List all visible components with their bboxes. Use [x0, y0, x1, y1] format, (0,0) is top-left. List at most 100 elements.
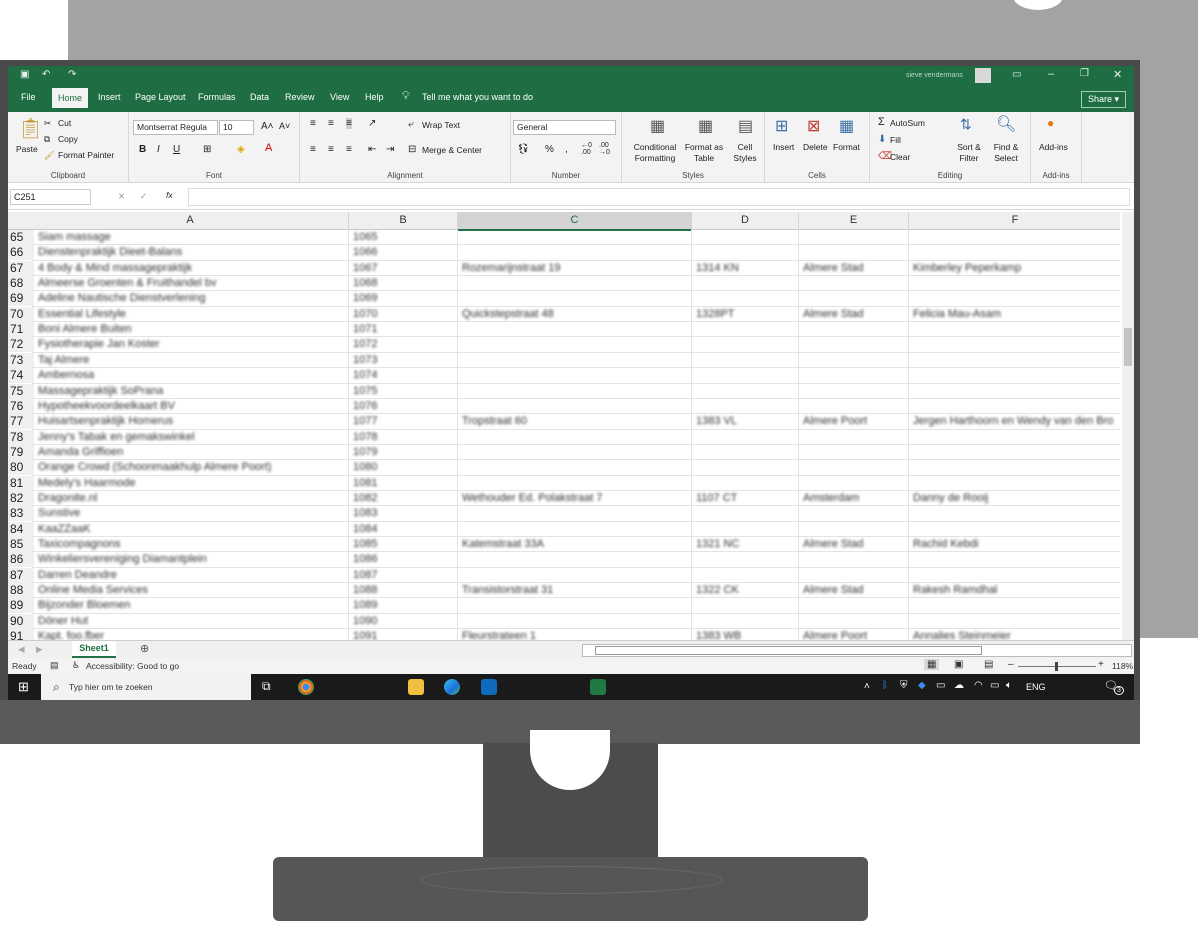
wrap-text-icon[interactable]: ⤶ — [408, 119, 414, 130]
cell-b[interactable]: 1085 — [353, 537, 377, 552]
cell-a[interactable]: Medely's Haarmode — [38, 476, 135, 491]
col-header-b[interactable]: B — [349, 212, 458, 230]
cell-a[interactable]: Hypotheekvoordeelkaart BV — [38, 399, 175, 414]
paste-button[interactable]: Paste — [16, 144, 38, 154]
cell-b[interactable]: 1090 — [353, 614, 377, 629]
font-name-select[interactable]: Montserrat Regula — [133, 120, 218, 135]
merge-center-button[interactable]: Merge & Center — [422, 145, 482, 155]
redo-icon[interactable]: ↷ — [68, 69, 76, 80]
sort-filter-button[interactable]: Sort & Filter — [952, 142, 986, 164]
cell-b[interactable]: 1076 — [353, 399, 377, 414]
macro-record-icon[interactable]: ▤ — [50, 660, 59, 671]
cell-c[interactable]: Transistorstraat 31 — [462, 583, 553, 598]
cell-f[interactable]: Annalies Steinmeier — [913, 629, 1011, 640]
cell-f[interactable]: Jergen Harthoorn en Wendy van den Bro — [913, 414, 1113, 429]
cell-b[interactable]: 1083 — [353, 506, 377, 521]
cell-b[interactable]: 1084 — [353, 522, 377, 537]
format-cells-icon[interactable]: ▦ — [839, 116, 854, 136]
language-indicator[interactable]: ENG — [1026, 682, 1046, 692]
row-header[interactable]: 83 — [8, 506, 34, 522]
row-header[interactable]: 86 — [8, 552, 34, 568]
cell-b[interactable]: 1079 — [353, 445, 377, 460]
wrap-text-button[interactable]: Wrap Text — [422, 120, 460, 130]
cell-b[interactable]: 1074 — [353, 368, 377, 383]
cell-b[interactable]: 1091 — [353, 629, 377, 640]
taskbar-search-box[interactable]: ⌕ Typ hier om te zoeken — [41, 674, 251, 700]
font-color-icon[interactable]: A — [265, 142, 272, 154]
formula-input[interactable] — [188, 188, 1130, 206]
row-header[interactable]: 77 — [8, 414, 34, 430]
battery-icon[interactable]: ▭ — [990, 680, 999, 691]
file-explorer-icon[interactable] — [408, 679, 424, 695]
cell-b[interactable]: 1081 — [353, 476, 377, 491]
cell-e[interactable]: Almere Stad — [803, 537, 864, 552]
cell-a[interactable]: Bijzonder Bloemen — [38, 598, 130, 613]
col-header-f[interactable]: F — [909, 212, 1120, 230]
row-header[interactable]: 68 — [8, 276, 34, 292]
cell-b[interactable]: 1082 — [353, 491, 377, 506]
outlook-icon[interactable] — [481, 679, 497, 695]
share-button[interactable]: Share ▾ — [1080, 91, 1126, 108]
cell-d[interactable]: 1383 WB — [696, 629, 741, 640]
minimize-icon[interactable]: – — [1048, 68, 1054, 80]
cell-a[interactable]: Ambernosa — [38, 368, 94, 383]
zoom-level[interactable]: 118% — [1112, 661, 1133, 671]
format-cells-button[interactable]: Format — [833, 142, 860, 152]
row-header[interactable]: 67 — [8, 260, 34, 276]
ribbon-display-icon[interactable]: ▭ — [1012, 69, 1021, 80]
cell-a[interactable]: Dienstenpraktijk Dieet-Balans — [38, 245, 182, 260]
row-header[interactable]: 78 — [8, 429, 34, 445]
increase-decimal-icon[interactable]: ←0.00 — [581, 142, 592, 156]
bold-icon[interactable]: B — [139, 144, 146, 155]
cell-d[interactable]: 1107 CT — [696, 491, 737, 506]
col-header-d[interactable]: D — [692, 212, 799, 230]
insert-cells-icon[interactable]: ⊞ — [775, 116, 788, 136]
currency-icon[interactable]: 💱︎ — [517, 144, 530, 155]
format-as-table-icon[interactable]: ▦ — [698, 116, 713, 136]
cell-b[interactable]: 1066 — [353, 245, 377, 260]
cell-a[interactable]: Taj Almere — [38, 353, 89, 368]
save-icon[interactable]: ▣ — [20, 69, 29, 80]
format-painter-button[interactable]: Format Painter — [58, 150, 114, 160]
cell-styles-button[interactable]: Cell Styles — [728, 142, 762, 164]
tab-review[interactable]: Review — [285, 92, 315, 102]
cell-a[interactable]: Orange Crowd (Schoonmaakhulp Almere Poor… — [38, 460, 272, 475]
normal-view-icon[interactable]: ▦ — [924, 659, 940, 670]
restore-icon[interactable]: ❐ — [1080, 68, 1089, 79]
cell-a[interactable]: KaaZZaaK — [38, 522, 91, 537]
row-header[interactable]: 85 — [8, 537, 34, 552]
cell-e[interactable]: Almere Poort — [803, 629, 867, 640]
cell-d[interactable]: 1328PT — [696, 307, 735, 322]
shrink-font-icon[interactable]: A˅ — [279, 121, 290, 131]
cell-e[interactable]: Almere Poort — [803, 414, 867, 429]
cell-b[interactable]: 1068 — [353, 276, 377, 291]
format-as-table-button[interactable]: Format as Table — [682, 142, 726, 164]
tab-home[interactable]: Home — [52, 88, 89, 108]
dropbox-icon[interactable]: ◆ — [918, 680, 926, 691]
delete-cells-button[interactable]: Delete — [803, 142, 828, 152]
addins-button[interactable]: Add-ins — [1039, 142, 1068, 152]
task-view-icon[interactable]: ⧉ — [262, 679, 271, 694]
cell-b[interactable]: 1065 — [353, 230, 377, 245]
prev-sheet-icon[interactable]: ◀ — [18, 644, 25, 655]
avatar[interactable] — [975, 68, 991, 83]
orientation-icon[interactable]: ↗ — [368, 118, 376, 129]
bluetooth-icon[interactable]: ᛒ — [882, 680, 888, 691]
cut-icon[interactable]: ✂ — [44, 118, 51, 129]
zoom-in-icon[interactable]: + — [1098, 659, 1104, 670]
grow-font-icon[interactable]: A˄ — [261, 121, 274, 132]
row-header[interactable]: 66 — [8, 245, 34, 261]
cell-b[interactable]: 1089 — [353, 598, 377, 613]
delete-cells-icon[interactable]: ⊠ — [807, 116, 820, 136]
cell-c[interactable]: Katemstraat 33A — [462, 537, 544, 552]
align-right-icon[interactable]: ≡ — [346, 144, 352, 155]
onedrive-icon[interactable]: ☁ — [954, 680, 964, 691]
wifi-icon[interactable]: ◠ — [974, 680, 983, 691]
cell-b[interactable]: 1075 — [353, 384, 377, 399]
autosum-icon[interactable]: Σ — [878, 116, 885, 128]
fill-color-icon[interactable]: ◈ — [237, 144, 245, 155]
conditional-formatting-icon[interactable]: ▦ — [650, 116, 665, 136]
add-sheet-icon[interactable]: ⊕ — [140, 642, 149, 655]
cell-a[interactable]: Boni Almere Buiten — [38, 322, 132, 337]
align-left-icon[interactable]: ≡ — [310, 144, 316, 155]
